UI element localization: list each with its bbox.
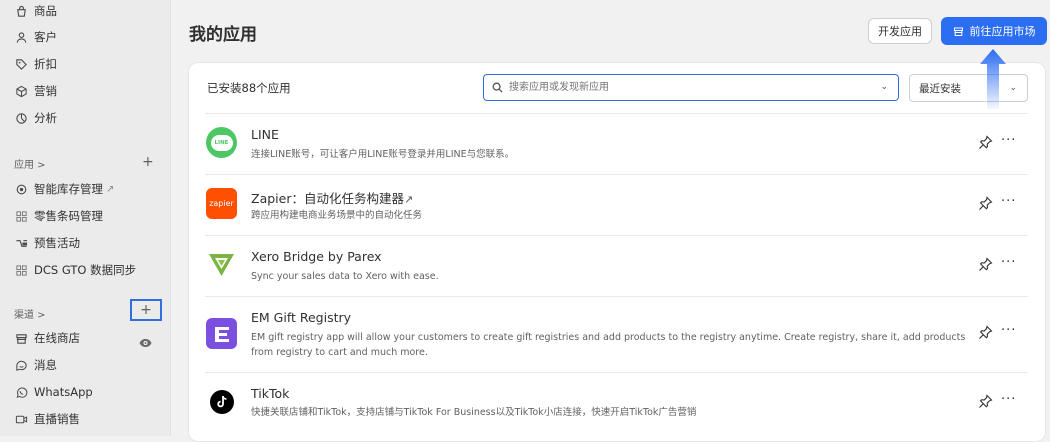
- nav-label: 零售条码管理: [34, 209, 103, 223]
- nav-label: WhatsApp: [34, 385, 93, 399]
- divider: [205, 372, 1028, 373]
- nav-discounts[interactable]: 折扣: [14, 54, 57, 74]
- sidebar: 商品 客户 折扣 营销 分析 应用 > + 智能库存管理 ↗ 零售条码管理 预售…: [0, 0, 171, 436]
- go-to-app-store-button[interactable]: 前往应用市场: [941, 17, 1047, 45]
- nav-app-barcode[interactable]: 零售条码管理: [14, 206, 103, 226]
- pin-icon[interactable]: [978, 257, 993, 276]
- pin-icon[interactable]: [978, 325, 993, 344]
- sort-select[interactable]: 最近安装 ⌄: [909, 74, 1028, 102]
- tiktok-logo: [206, 386, 237, 417]
- divider: [205, 113, 1028, 114]
- chart-pie-icon: [14, 111, 28, 125]
- nav-analytics[interactable]: 分析: [14, 108, 57, 128]
- nav-label: 消息: [34, 358, 57, 372]
- nav-marketing[interactable]: 营销: [14, 81, 57, 101]
- pin-icon[interactable]: [978, 135, 993, 154]
- nav-label: 预售活动: [34, 236, 80, 250]
- app-description: 连接LINE账号，可让客户用LINE账号登录并用LINE与您联系。: [251, 149, 515, 160]
- nav-channel-store[interactable]: 在线商店: [14, 328, 80, 348]
- more-options-icon[interactable]: ···: [1001, 133, 1016, 148]
- pin-icon[interactable]: [978, 394, 993, 413]
- nav-label: 直播销售: [34, 412, 80, 426]
- nav-label: 分析: [34, 111, 57, 125]
- app-name[interactable]: TikTok: [251, 386, 289, 401]
- pin-icon[interactable]: [978, 196, 993, 215]
- app-description-line2: from registry to cart and much more.: [251, 347, 428, 358]
- app-description: Sync your sales data to Xero with ease.: [251, 271, 439, 282]
- go-to-app-store-label: 前往应用市场: [969, 25, 1036, 38]
- add-channel-button[interactable]: +: [130, 299, 162, 321]
- person-icon: [14, 30, 28, 44]
- more-options-icon[interactable]: ···: [1001, 323, 1016, 338]
- store-icon: [14, 331, 28, 345]
- nav-customers[interactable]: 客户: [14, 27, 57, 47]
- tag-icon: [14, 57, 28, 71]
- eye-icon[interactable]: [139, 333, 152, 352]
- nav-label: 折扣: [34, 57, 57, 71]
- chevron-down-icon: ⌄: [1009, 83, 1017, 93]
- app-description: 快捷关联店铺和TikTok，支持店铺与TikTok For Business以及…: [251, 407, 697, 418]
- develop-app-button[interactable]: 开发应用: [868, 18, 932, 44]
- add-app-icon[interactable]: +: [142, 155, 154, 169]
- external-link-icon: ↗: [106, 183, 115, 195]
- page-title: 我的应用: [189, 25, 257, 45]
- zapier-logo-text: zapier: [209, 199, 234, 208]
- nav-label: 智能库存管理: [34, 182, 103, 196]
- chat-icon: [14, 358, 28, 372]
- divider: [205, 296, 1028, 297]
- search-input[interactable]: [507, 81, 871, 94]
- nav-app-presale[interactable]: 预售活动: [14, 233, 80, 253]
- apps-section-label: 应用 >: [14, 160, 46, 171]
- presale-icon: [14, 236, 28, 250]
- search-box[interactable]: ⌄: [483, 74, 899, 101]
- apps-icon: [14, 263, 28, 277]
- external-link-icon: ↗: [403, 193, 414, 206]
- whatsapp-icon: [14, 385, 28, 399]
- nav-label: 营销: [34, 84, 57, 98]
- app-description: EM gift registry app will allow your cus…: [251, 332, 966, 343]
- channels-section-label: 渠道 >: [14, 310, 46, 321]
- nav-channel-messages[interactable]: 消息: [14, 355, 57, 375]
- divider: [205, 235, 1028, 236]
- nav-label: 商品: [34, 4, 57, 18]
- up-arrow-icon: [980, 49, 1006, 109]
- em-gift-logo: [206, 318, 237, 349]
- more-options-icon[interactable]: ···: [1001, 255, 1016, 270]
- chevron-down-icon[interactable]: ⌄: [880, 82, 888, 92]
- nav-label: 客户: [34, 30, 57, 44]
- installed-count: 已安装88个应用: [207, 81, 291, 95]
- nav-app-dcs-gto[interactable]: DCS GTO 数据同步: [14, 260, 136, 280]
- nav-products[interactable]: 商品: [14, 1, 57, 21]
- line-logo-text: LINE: [210, 134, 233, 151]
- more-options-icon[interactable]: ···: [1001, 194, 1016, 209]
- app-name-row[interactable]: Zapier：自动化任务构建器↗: [251, 188, 413, 207]
- line-logo: LINE: [206, 127, 237, 158]
- nav-label: DCS GTO 数据同步: [34, 263, 137, 277]
- nav-channel-live[interactable]: 直播销售: [14, 409, 80, 429]
- nav-app-inventory[interactable]: 智能库存管理 ↗: [14, 179, 114, 199]
- app-name: Zapier：自动化任务构建器: [251, 191, 404, 206]
- divider: [205, 174, 1028, 175]
- app-description: 跨应用构建电商业务场景中的自动化任务: [251, 210, 423, 221]
- channels-section-header[interactable]: 渠道 >: [14, 306, 46, 321]
- store-icon: [953, 27, 963, 36]
- nav-channel-whatsapp[interactable]: WhatsApp: [14, 382, 93, 402]
- bag-icon: [14, 4, 28, 18]
- nav-label: 在线商店: [34, 331, 80, 345]
- live-icon: [14, 412, 28, 426]
- more-options-icon[interactable]: ···: [1001, 392, 1016, 407]
- plus-icon: +: [140, 302, 152, 318]
- app-name[interactable]: LINE: [251, 127, 279, 142]
- xero-bridge-logo: [206, 249, 237, 280]
- target-icon: [14, 84, 28, 98]
- app-name[interactable]: Xero Bridge by Parex: [251, 249, 382, 264]
- search-icon: [492, 82, 503, 93]
- stock-icon: [14, 182, 28, 196]
- apps-section-header[interactable]: 应用 >: [14, 156, 46, 171]
- app-name[interactable]: EM Gift Registry: [251, 310, 351, 325]
- apps-icon: [14, 209, 28, 223]
- zapier-logo: zapier: [206, 188, 237, 219]
- sort-value: 最近安装: [919, 82, 961, 95]
